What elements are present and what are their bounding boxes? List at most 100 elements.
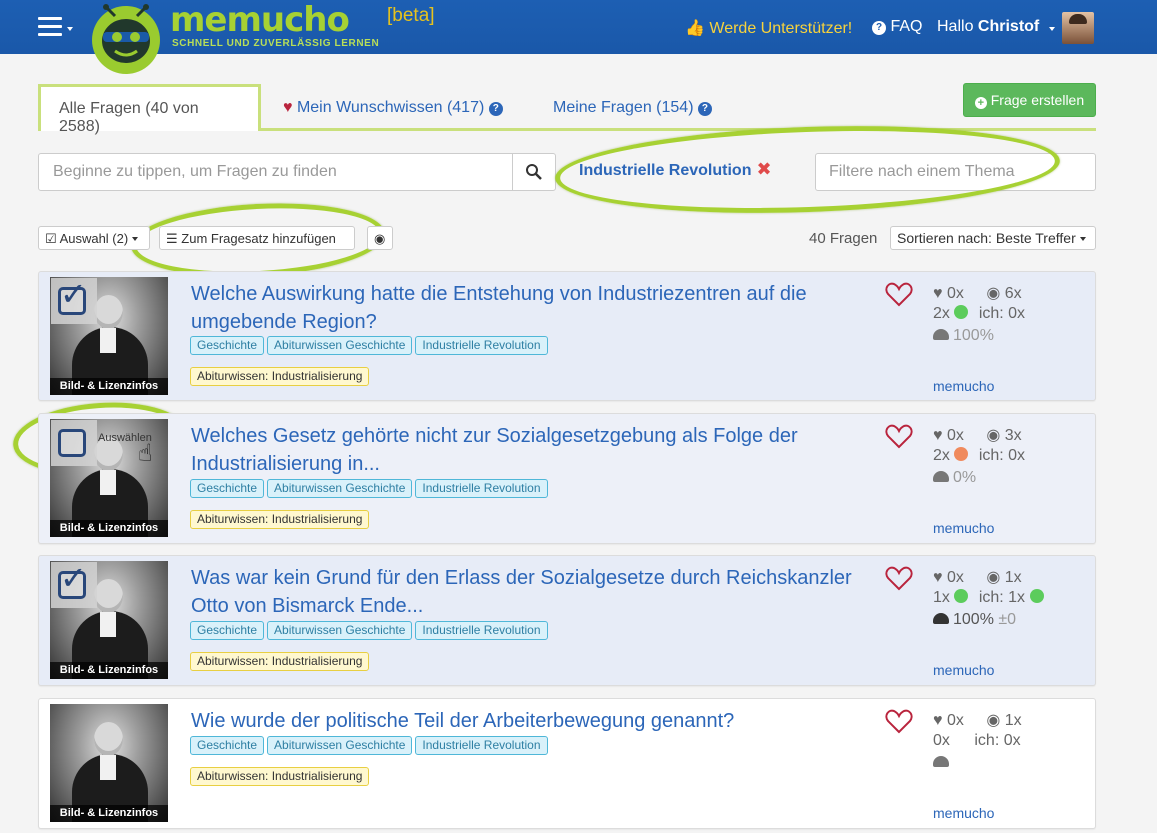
selection-checkbox[interactable]	[51, 420, 97, 466]
supporter-link[interactable]: 👍 Werde Unterstützer!	[685, 18, 852, 38]
question-circle-icon[interactable]: ?	[488, 102, 503, 116]
question-title[interactable]: Welche Auswirkung hatte die Entstehung v…	[191, 280, 871, 336]
tab-all-questions[interactable]: Alle Fragen (40 von 2588)	[38, 84, 261, 135]
question-stats: ♥ 0x ◉ 6x 2x ich: 0x 100%	[933, 283, 1025, 349]
top-navigation-bar: memucho [beta] SCHNELL UND ZUVERLÄSSIG L…	[0, 0, 1157, 74]
eye-icon: ◉	[986, 285, 1001, 302]
add-to-question-set-button[interactable]: ☰ Zum Fragesatz hinzufügen	[159, 226, 355, 250]
speedometer-icon	[933, 329, 949, 340]
tag-history[interactable]: Geschichte	[190, 736, 265, 755]
tag-history-abitur[interactable]: Abiturwissen Geschichte	[267, 336, 413, 355]
faq-link[interactable]: ? FAQ	[872, 18, 922, 36]
author-link[interactable]: memucho	[933, 520, 994, 536]
favorite-heart-icon[interactable]	[885, 423, 913, 449]
question-circle-icon: ?	[872, 21, 886, 35]
topic-filter-input[interactable]: Filtere nach einem Thema	[815, 153, 1096, 191]
favorite-heart-icon[interactable]	[885, 565, 913, 591]
question-stats: ♥ 0x ◉ 3x 2x ich: 0x 0%	[933, 425, 1025, 491]
tag-list: Geschichte Abiturwissen Geschichte Industr…	[190, 336, 551, 355]
tag-history[interactable]: Geschichte	[190, 621, 265, 640]
author-link[interactable]: memucho	[933, 378, 994, 394]
my-answer-count: ich: 0x	[978, 305, 1026, 322]
image-license-label[interactable]: Bild- & Lizenzinfos	[50, 662, 168, 679]
selection-checkbox[interactable]: ✓	[51, 562, 97, 608]
selection-checkbox[interactable]: ✓	[51, 278, 97, 324]
tag-history-abitur[interactable]: Abiturwissen Geschichte	[267, 479, 413, 498]
tag-history-abitur[interactable]: Abiturwissen Geschichte	[267, 621, 413, 640]
user-menu-chevron-down-icon[interactable]	[1049, 27, 1055, 31]
check-square-icon: ☑	[45, 231, 57, 246]
supporter-label: Werde Unterstützer!	[709, 20, 853, 37]
favorite-count: 0x	[946, 569, 964, 586]
hamburger-menu-icon[interactable]	[38, 17, 62, 37]
author-link[interactable]: memucho	[933, 662, 994, 678]
heart-icon: ♥	[933, 285, 943, 302]
favorite-heart-icon[interactable]	[885, 281, 913, 307]
topic-filter-placeholder: Filtere nach einem Thema	[829, 163, 1015, 180]
search-placeholder: Beginne zu tippen, um Fragen zu finden	[53, 163, 337, 180]
answer-status-dot	[954, 305, 969, 319]
tab-label: Mein Wunschwissen (417)	[296, 99, 485, 116]
user-menu[interactable]: Hallo Christof	[937, 18, 1039, 36]
author-link[interactable]: memucho	[933, 805, 994, 821]
tag-list: Geschichte Abiturwissen Geschichte Industr…	[190, 621, 551, 640]
question-search-input[interactable]: Beginne zu tippen, um Fragen zu finden	[38, 153, 513, 191]
question-title[interactable]: Was war kein Grund für den Erlass der So…	[191, 564, 871, 620]
chevron-down-icon[interactable]	[67, 27, 73, 31]
brand-slogan: SCHNELL UND ZUVERLÄSSIG LERNEN	[172, 38, 380, 49]
avatar[interactable]	[1062, 12, 1094, 44]
question-card[interactable]: Bild- & Lizenzinfos ✓ Welche Auswirkung …	[38, 271, 1096, 401]
beta-label: [beta]	[387, 5, 435, 26]
tag-history[interactable]: Geschichte	[190, 336, 265, 355]
list-icon: ☰	[166, 231, 178, 246]
question-card[interactable]: Bild- & Lizenzinfos ✓ Was war kein Grund…	[38, 555, 1096, 686]
topic-badge[interactable]: Abiturwissen: Industrialisierung	[190, 652, 370, 671]
tag-history-abitur[interactable]: Abiturwissen Geschichte	[267, 736, 413, 755]
question-image[interactable]: Bild- & Lizenzinfos ✓	[50, 277, 168, 395]
search-icon	[526, 164, 542, 180]
eye-icon: ◉	[986, 427, 1001, 444]
selected-topic-label: Industrielle Revolution	[579, 162, 752, 179]
sort-dropdown[interactable]: Sortieren nach: Beste Treffer	[890, 226, 1096, 250]
eye-icon: ◉	[986, 569, 1001, 586]
brand-logo-text[interactable]: memucho	[170, 0, 350, 40]
search-button[interactable]	[512, 153, 556, 191]
add-to-set-label: Zum Fragesatz hinzufügen	[181, 231, 336, 246]
topic-badge[interactable]: Abiturwissen: Industrialisierung	[190, 767, 370, 786]
favorite-heart-icon[interactable]	[885, 708, 913, 734]
image-license-label[interactable]: Bild- & Lizenzinfos	[50, 520, 168, 537]
tag-industrial-revolution[interactable]: Industrielle Revolution	[415, 621, 548, 640]
my-answer-count: ich: 1x	[978, 589, 1026, 606]
correctness-percentage: 100%	[953, 611, 994, 628]
create-question-button[interactable]: + Frage erstellen	[963, 83, 1096, 117]
question-title[interactable]: Welches Gesetz gehörte nicht zur Sozialg…	[191, 422, 871, 478]
tab-my-questions[interactable]: Meine Fragen (154) ?	[535, 84, 730, 128]
answer-status-dot	[954, 589, 969, 603]
question-image[interactable]: Bild- & Lizenzinfos	[50, 704, 168, 822]
selected-topic-filter[interactable]: Industrielle Revolution ✖	[579, 159, 772, 180]
question-circle-icon[interactable]: ?	[697, 102, 712, 116]
question-title[interactable]: Wie wurde der politische Teil der Arbeit…	[191, 707, 871, 735]
question-tabs: Alle Fragen (40 von 2588) ♥ Mein Wunschw…	[38, 84, 1096, 135]
image-license-label[interactable]: Bild- & Lizenzinfos	[50, 805, 168, 822]
view-count: 1x	[1004, 712, 1022, 729]
tag-industrial-revolution[interactable]: Industrielle Revolution	[415, 479, 548, 498]
question-card[interactable]: Bild- & Lizenzinfos Auswählen ☝ Welches …	[38, 413, 1096, 544]
heart-icon: ♥	[283, 99, 293, 116]
tag-industrial-revolution[interactable]: Industrielle Revolution	[415, 336, 548, 355]
remove-topic-close-icon[interactable]: ✖	[756, 159, 771, 179]
speedometer-icon	[933, 756, 949, 767]
question-image[interactable]: Bild- & Lizenzinfos ✓	[50, 561, 168, 679]
selection-dropdown[interactable]: ☑ Auswahl (2)	[38, 226, 150, 250]
binoculars-button[interactable]: ◉	[367, 226, 393, 250]
tab-label: Meine Fragen (154)	[553, 99, 694, 116]
question-card[interactable]: Bild- & Lizenzinfos Wie wurde der politi…	[38, 698, 1096, 829]
tag-industrial-revolution[interactable]: Industrielle Revolution	[415, 736, 548, 755]
tag-history[interactable]: Geschichte	[190, 479, 265, 498]
image-license-label[interactable]: Bild- & Lizenzinfos	[50, 378, 168, 395]
topic-badge[interactable]: Abiturwissen: Industrialisierung	[190, 367, 370, 386]
tab-wish-knowledge[interactable]: ♥ Mein Wunschwissen (417) ?	[265, 84, 521, 128]
question-image[interactable]: Bild- & Lizenzinfos Auswählen ☝	[50, 419, 168, 537]
speedometer-icon	[933, 471, 949, 482]
topic-badge[interactable]: Abiturwissen: Industrialisierung	[190, 510, 370, 529]
